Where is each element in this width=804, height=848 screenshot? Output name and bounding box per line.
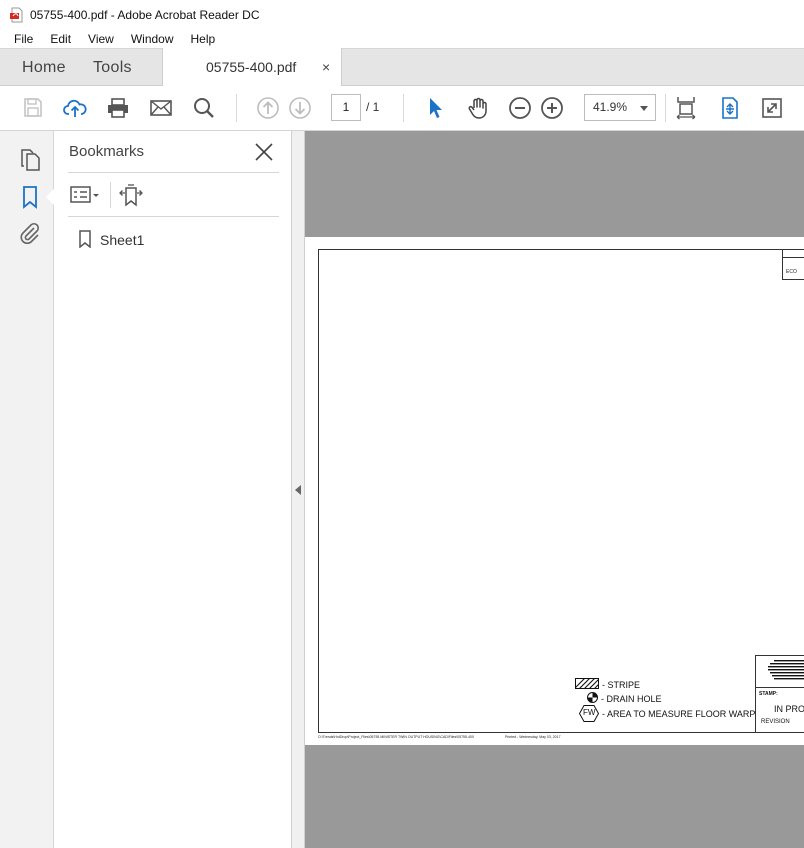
close-icon[interactable] — [254, 142, 274, 162]
bookmark-icon — [78, 229, 92, 251]
fit-page-icon[interactable] — [674, 96, 698, 120]
document-tab-label: 05755-400.pdf — [206, 59, 297, 75]
new-bookmark-icon[interactable] — [118, 182, 144, 208]
toolbar-separator — [403, 94, 404, 122]
zoom-select[interactable]: 41.9% — [584, 94, 656, 121]
attachments-icon[interactable] — [18, 221, 42, 245]
collapse-panel-icon[interactable] — [295, 485, 301, 495]
title-block-rule — [756, 687, 804, 688]
fw-hexagon-icon: FW — [579, 705, 599, 722]
hatch-swatch-icon — [574, 677, 600, 691]
menu-window[interactable]: Window — [131, 32, 174, 46]
tab-home[interactable]: Home — [22, 49, 66, 86]
title-block: STAMP: IN PROC REVISION — [755, 655, 804, 733]
document-viewport[interactable]: ECO - STRIPE - DRAIN HOLE FW - AREA TO M… — [305, 131, 804, 848]
page-number-input[interactable]: 1 — [331, 94, 361, 121]
file-path-footer: O:\Trends\HotDrop\Project_Files\05755 MI… — [318, 735, 474, 739]
menu-edit[interactable]: Edit — [50, 32, 71, 46]
legend-drain-hole: - DRAIN HOLE — [587, 692, 662, 705]
search-icon[interactable] — [192, 96, 216, 120]
title-bar: 05755-400.pdf - Adobe Acrobat Reader DC — [0, 0, 804, 29]
drawing-border — [318, 249, 804, 733]
previous-page-icon[interactable] — [256, 96, 280, 120]
pdf-icon — [9, 7, 25, 23]
email-icon[interactable] — [149, 96, 173, 120]
zoom-value: 41.9% — [593, 100, 628, 114]
legend-floor-warp-text: - AREA TO MEASURE FLOOR WARP — [602, 708, 756, 719]
bookmarks-icon[interactable] — [18, 185, 42, 209]
stamp-label: STAMP: — [759, 691, 778, 697]
select-cursor-icon[interactable] — [424, 96, 448, 120]
tab-document[interactable]: 05755-400.pdf × — [162, 48, 342, 86]
active-panel-indicator — [46, 189, 54, 205]
full-screen-icon[interactable] — [760, 96, 784, 120]
zoom-in-icon[interactable] — [540, 96, 564, 120]
menu-help[interactable]: Help — [191, 32, 216, 46]
divider — [110, 182, 111, 208]
window-title: 05755-400.pdf - Adobe Acrobat Reader DC — [30, 7, 260, 22]
divider — [68, 216, 279, 217]
tab-tools[interactable]: Tools — [93, 49, 132, 86]
toolbar-separator — [236, 94, 237, 122]
fw-badge-text: FW — [583, 708, 596, 717]
hand-tool-icon[interactable] — [466, 96, 490, 120]
scroll-mode-icon[interactable] — [718, 96, 742, 120]
menu-view[interactable]: View — [88, 32, 114, 46]
legend-stripe: - STRIPE — [574, 677, 641, 691]
drain-hole-icon — [587, 692, 598, 705]
panel-title: Bookmarks — [69, 143, 145, 160]
close-tab-icon[interactable]: × — [322, 48, 330, 86]
legend-stripe-text: - STRIPE — [602, 679, 641, 690]
page-total: / 1 — [366, 100, 380, 114]
eco-label: ECO — [786, 269, 797, 275]
panel-splitter[interactable] — [292, 131, 305, 848]
navigation-rail — [0, 131, 54, 848]
status-text: IN PROC — [774, 704, 804, 714]
eco-box: ECO — [782, 257, 804, 280]
pdf-page: ECO - STRIPE - DRAIN HOLE FW - AREA TO M… — [305, 237, 804, 745]
fine-print-block — [760, 659, 804, 689]
bookmark-item[interactable]: Sheet1 — [78, 229, 144, 251]
toolbar-separator — [665, 94, 666, 122]
revision-label: REVISION — [761, 719, 790, 725]
legend-drain-hole-text: - DRAIN HOLE — [601, 693, 662, 704]
menu-bar: File Edit View Window Help — [0, 29, 804, 48]
zoom-out-icon[interactable] — [508, 96, 532, 120]
legend-floor-warp: FW - AREA TO MEASURE FLOOR WARP — [579, 705, 755, 722]
print-icon[interactable] — [106, 96, 130, 120]
upload-cloud-icon[interactable] — [63, 96, 87, 120]
printed-date-footer: Printed - Wednesday, May 03, 2017 — [505, 735, 561, 739]
page-thumbnails-icon[interactable] — [18, 148, 42, 172]
bookmarks-panel: Bookmarks Sheet1 — [54, 131, 292, 848]
options-menu-icon[interactable] — [70, 184, 102, 206]
toolbar — [0, 86, 804, 131]
menu-file[interactable]: File — [14, 32, 33, 46]
tab-bar: Home Tools 05755-400.pdf × — [0, 48, 804, 86]
next-page-icon[interactable] — [288, 96, 312, 120]
save-icon[interactable] — [21, 96, 45, 120]
bookmark-label: Sheet1 — [100, 232, 145, 248]
divider — [68, 172, 279, 173]
chevron-down-icon[interactable] — [640, 106, 648, 111]
